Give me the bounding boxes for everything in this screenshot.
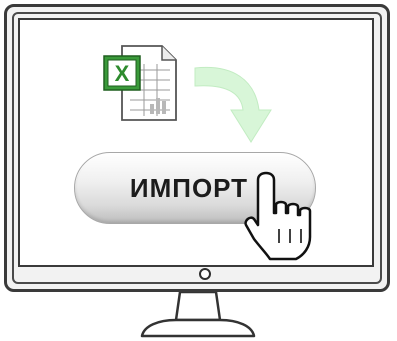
power-indicator: [199, 268, 211, 280]
curved-arrow-icon: [194, 66, 272, 143]
hand-pointer-icon: [244, 171, 312, 261]
excel-file-icon: X: [103, 45, 177, 121]
import-button-label: ИМПОРТ: [129, 172, 249, 203]
svg-text:X: X: [115, 61, 130, 86]
monitor-stand: [140, 292, 256, 338]
